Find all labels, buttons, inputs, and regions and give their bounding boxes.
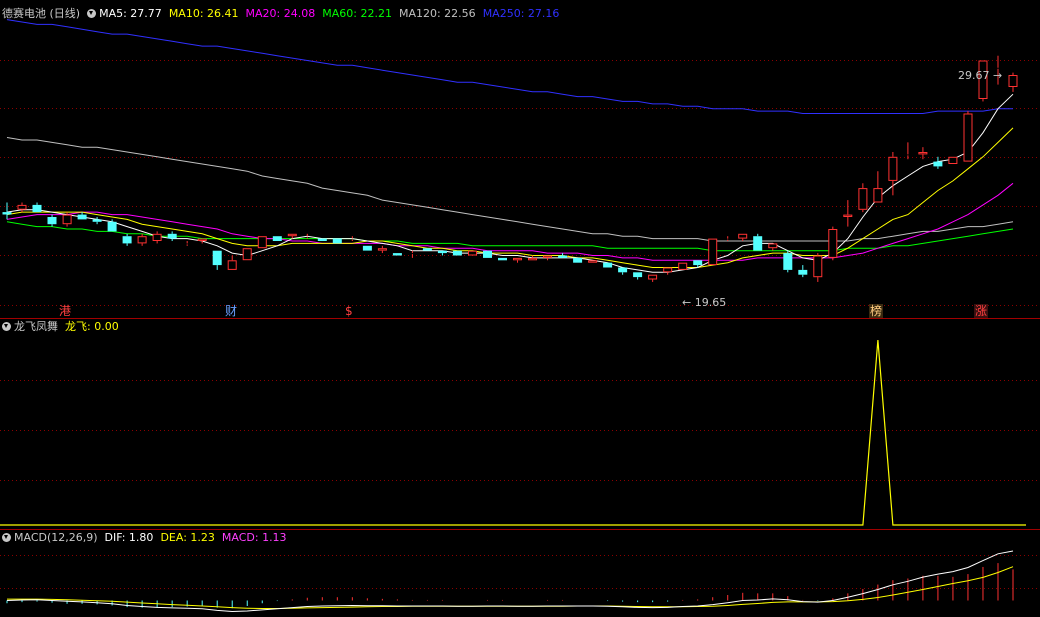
candle — [197, 238, 207, 242]
macd-name[interactable]: MACD(12,26,9) — [14, 531, 98, 544]
candle — [783, 253, 793, 270]
ma120-label: MA120: 22.56 — [398, 7, 476, 20]
candle — [963, 113, 973, 162]
candle — [362, 245, 372, 251]
candle — [437, 250, 447, 254]
macd-dif: DIF: 1.80 — [104, 531, 154, 544]
dif-line — [6, 550, 1014, 613]
candle — [843, 214, 853, 218]
candle — [918, 152, 928, 155]
candle — [543, 255, 552, 258]
candle — [558, 255, 568, 258]
candle — [422, 248, 432, 251]
macd-value: MACD: 1.13 — [221, 531, 287, 544]
candle — [167, 233, 177, 239]
candle — [663, 267, 673, 273]
candle — [753, 236, 763, 251]
candle — [317, 238, 327, 241]
candle — [287, 233, 297, 237]
candle — [813, 255, 823, 278]
event-marker-list[interactable]: 榜 — [869, 304, 884, 318]
ma250-line — [6, 19, 1013, 114]
candle — [1008, 75, 1018, 87]
candle — [468, 250, 477, 256]
candle — [603, 262, 613, 268]
indicator-header: 龙飞凤舞 龙飞: 0.00 — [2, 319, 126, 335]
kline-chart[interactable] — [0, 0, 1040, 617]
candle — [948, 156, 958, 165]
candle — [332, 238, 342, 244]
candle — [768, 243, 778, 249]
event-marker-dollar[interactable]: $ — [344, 304, 354, 318]
candle — [888, 156, 898, 181]
candle — [708, 238, 718, 266]
ma20-label: MA20: 24.08 — [245, 7, 316, 20]
indicator-value: 龙飞: 0.00 — [65, 320, 119, 333]
candle — [227, 260, 237, 270]
candle — [257, 236, 267, 249]
dropdown-icon[interactable] — [87, 9, 97, 18]
ma5-label: MA5: 27.77 — [99, 7, 162, 20]
candle — [452, 250, 462, 256]
candle — [513, 257, 522, 261]
candle — [798, 269, 808, 275]
dropdown-icon[interactable] — [2, 322, 11, 331]
candle — [152, 233, 162, 242]
candle — [618, 267, 628, 273]
candle — [648, 274, 658, 280]
candle — [528, 257, 537, 261]
candle — [137, 236, 147, 244]
candle — [377, 248, 387, 251]
candle — [693, 260, 703, 266]
candle — [62, 214, 72, 225]
indicator-line — [0, 339, 1026, 526]
candle — [933, 161, 943, 167]
low-price-label: ← 19.65 — [682, 296, 727, 309]
candle — [498, 257, 507, 261]
candle — [17, 204, 27, 210]
ma10-label: MA10: 26.41 — [168, 7, 239, 20]
candle — [47, 217, 57, 225]
candle — [2, 212, 12, 215]
ma60-label: MA60: 22.21 — [322, 7, 392, 20]
stock-title[interactable]: 德赛电池 (日线) — [2, 7, 80, 20]
candle — [858, 188, 868, 210]
event-marker-hk[interactable]: 港 — [58, 304, 72, 318]
candle — [107, 221, 117, 232]
candle — [272, 236, 282, 241]
candle — [588, 260, 598, 263]
candle — [573, 257, 583, 263]
ma250-label: MA250: 27.16 — [482, 7, 560, 20]
candle — [77, 214, 87, 220]
candle — [242, 248, 252, 261]
candle — [828, 229, 838, 258]
macd-dea: DEA: 1.23 — [160, 531, 215, 544]
main-header: 德赛电池 (日线) MA5: 27.77 MA10: 26.41 MA20: 24.0… — [2, 6, 566, 22]
candle — [633, 272, 643, 278]
candle — [32, 204, 42, 213]
candle — [678, 262, 688, 270]
indicator-name[interactable]: 龙飞凤舞 — [14, 320, 58, 333]
candle — [873, 188, 883, 203]
candle — [483, 250, 492, 258]
dea-line — [7, 566, 1014, 609]
candle — [92, 219, 102, 222]
dropdown-icon[interactable] — [2, 533, 11, 542]
event-marker-rise[interactable]: 涨 — [974, 304, 989, 318]
candle — [738, 233, 748, 239]
candle — [122, 236, 132, 244]
macd-header: MACD(12,26,9) DIF: 1.80 DEA: 1.23 MACD: 1.1… — [2, 530, 294, 546]
candle — [392, 253, 402, 256]
event-marker-finance[interactable]: 财 — [224, 304, 238, 318]
high-price-label: 29.67 → — [958, 69, 1003, 82]
candle — [212, 250, 222, 266]
